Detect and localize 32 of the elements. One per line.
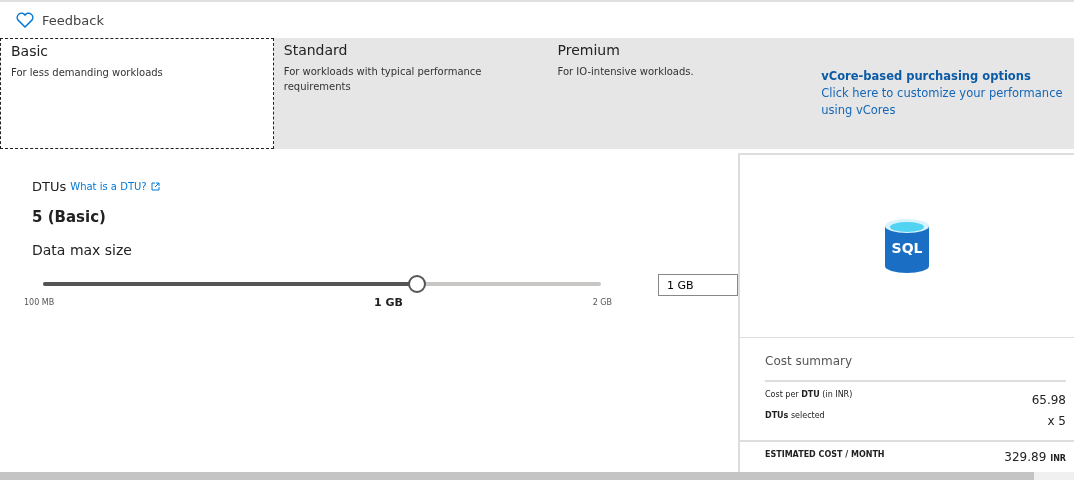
cost-value: 65.98: [1031, 393, 1066, 407]
feedback-button[interactable]: Feedback: [16, 12, 104, 28]
cost-label: DTUs selected: [765, 411, 825, 420]
tier-name: Standard: [283, 42, 349, 58]
size-label: Data max size: [32, 242, 133, 258]
cost-value: x 5: [1047, 414, 1066, 428]
dtu-value: 5 (Basic): [32, 208, 107, 226]
slider-min-label: 100 MB: [24, 298, 55, 307]
size-slider[interactable]: [43, 275, 601, 293]
horizontal-scrollbar[interactable]: [0, 472, 1074, 480]
dtus-label: DTUs: [32, 179, 67, 194]
slider-max-label: 2 GB: [592, 298, 612, 307]
tier-name: Basic: [11, 43, 50, 59]
tier-description: For workloads with typical performance requirements: [283, 65, 483, 94]
external-link-icon: [150, 182, 160, 191]
vcore-link[interactable]: vCore-based purchasing options: [821, 68, 1074, 85]
tier-option[interactable]: Standard For workloads with typical performance requirements: [273, 38, 548, 149]
slider-thumb[interactable]: [407, 275, 426, 293]
vcore-description-link[interactable]: Click here to customize your performance using vCores: [821, 85, 1074, 119]
tier-option[interactable]: Basic For less demanding workloads: [0, 38, 274, 149]
size-input[interactable]: 1 GB: [658, 274, 738, 296]
tier-name: Premium: [557, 42, 621, 58]
summary-title: Cost summary: [765, 354, 1066, 382]
total-label: ESTIMATED COST / MONTH: [765, 450, 885, 461]
slider-value-label: 1 GB: [374, 296, 403, 309]
dtu-help-link[interactable]: What is a DTU?: [70, 181, 147, 192]
tier-option[interactable]: Premium For IO-intensive workloads.: [547, 38, 822, 149]
tier-description: For IO-intensive workloads.: [557, 65, 695, 79]
cost-label: Cost per DTU (in INR): [765, 390, 853, 399]
total-value: 329.89 INR: [1004, 450, 1066, 466]
heart-icon: [16, 12, 34, 28]
tier-description: For less demanding workloads: [11, 66, 164, 80]
